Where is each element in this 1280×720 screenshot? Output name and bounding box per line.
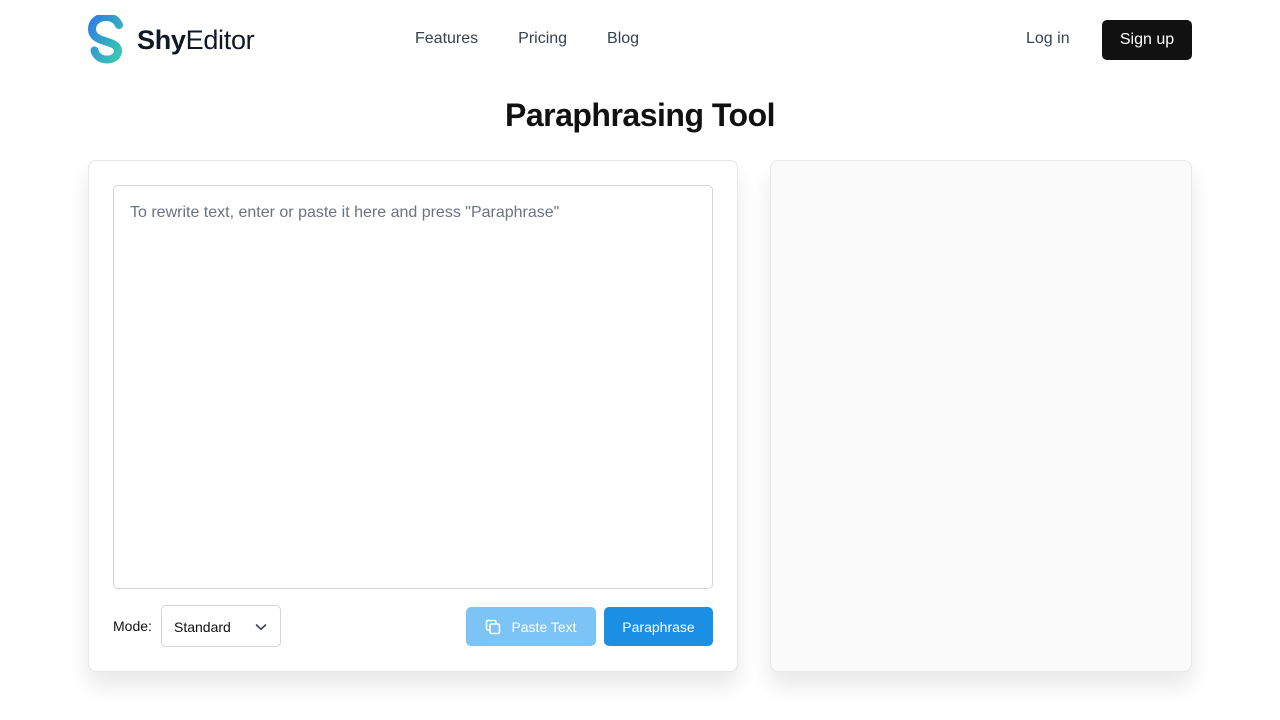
nav-item-features[interactable]: Features [415, 29, 478, 49]
brand-name-bold: Shy [137, 24, 186, 55]
chevron-down-icon [255, 624, 267, 630]
paraphrase-button[interactable]: Paraphrase [604, 607, 713, 646]
mode-label: Mode: [113, 618, 152, 634]
paste-text-button[interactable]: Paste Text [466, 607, 596, 646]
site-header: Shy Editor Features Pricing Blog Log in S… [0, 0, 1280, 80]
mode-selected-value: Standard [174, 619, 231, 635]
page-title: Paraphrasing Tool [504, 97, 776, 133]
input-panel: Mode: Standard Paste Text Paraphrase [88, 160, 738, 672]
input-textarea[interactable] [113, 185, 713, 589]
brand-logo[interactable]: Shy Editor [88, 15, 255, 65]
main-nav: Features Pricing Blog [415, 29, 639, 49]
mode-select[interactable]: Standard [161, 605, 281, 647]
brand-name-rest: Editor [185, 24, 255, 55]
brand-name: Shy Editor [137, 24, 255, 55]
signup-button[interactable]: Sign up [1102, 20, 1192, 60]
nav-item-pricing[interactable]: Pricing [518, 29, 567, 49]
output-panel [770, 160, 1192, 672]
nav-item-blog[interactable]: Blog [607, 29, 639, 49]
copy-icon [486, 619, 501, 634]
paste-text-label: Paste Text [511, 618, 577, 635]
logo-s-icon [88, 15, 123, 64]
login-link[interactable]: Log in [1026, 29, 1070, 49]
